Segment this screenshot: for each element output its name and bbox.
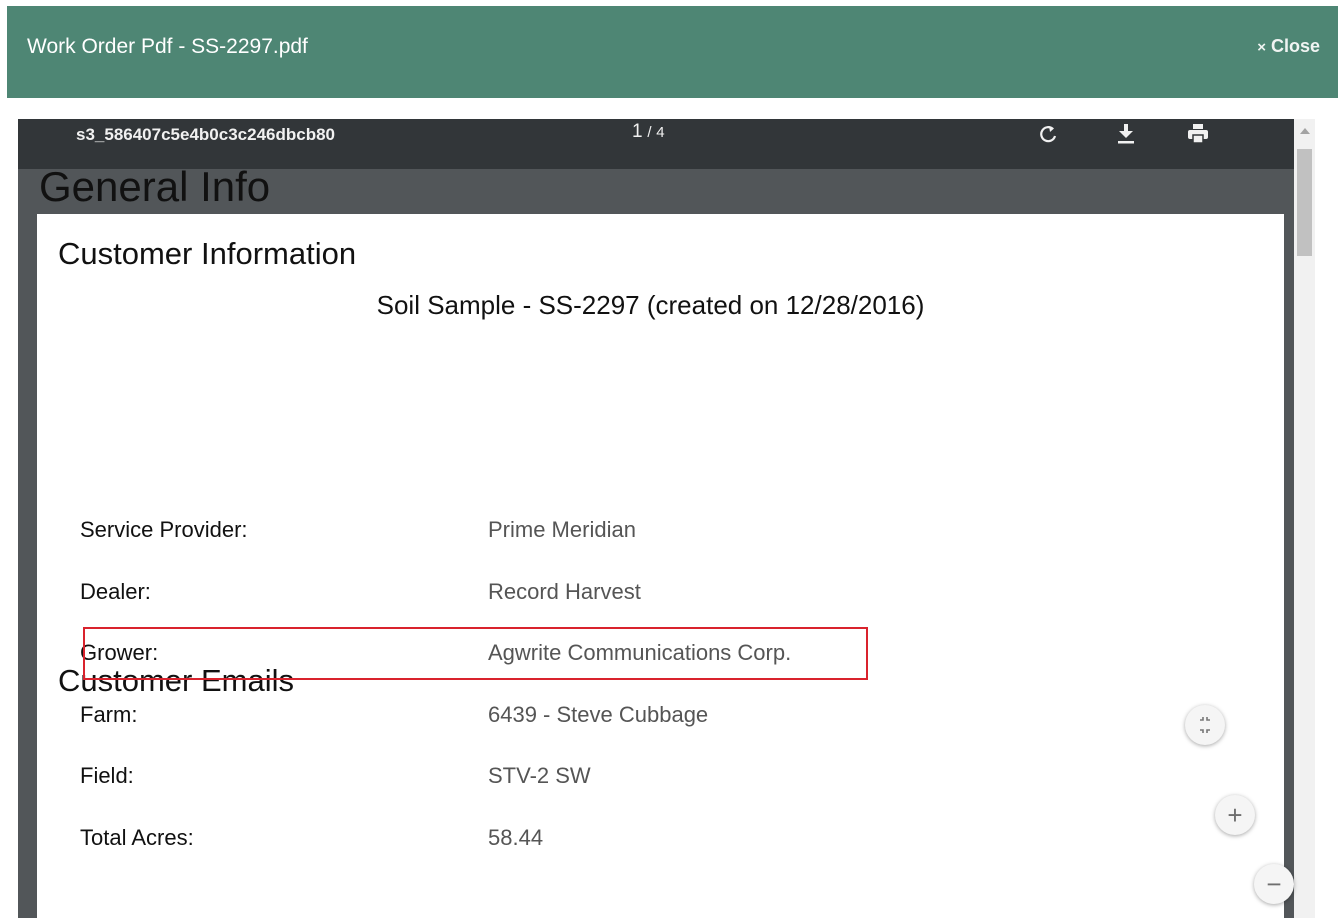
field-value: Record Harvest: [488, 579, 641, 604]
current-page[interactable]: 1: [632, 121, 643, 142]
field-row-service-provider: Service Provider: Prime Meridian: [80, 517, 1180, 547]
field-value: Prime Meridian: [488, 517, 636, 542]
field-row-total-acres: Total Acres: 58.44: [80, 825, 1180, 855]
field-row-farm: Farm: 6439 - Steve Cubbage: [80, 702, 1180, 732]
close-icon: ×: [1257, 39, 1266, 56]
zoom-in-icon: +: [1227, 800, 1243, 830]
file-name: s3_586407c5e4b0c3c246dbcb80: [76, 125, 335, 144]
document-title: Soil Sample - SS-2297 (created on 12/28/…: [376, 290, 925, 320]
field-label: Total Acres:: [80, 825, 194, 850]
rotate-icon[interactable]: [1036, 121, 1062, 147]
zoom-out-icon: −: [1266, 869, 1282, 899]
field-label: Farm:: [80, 702, 138, 727]
field-value: STV-2 SW: [488, 763, 591, 788]
highlight-box-grower: [83, 627, 868, 680]
section-heading-general-info: General Info: [39, 163, 271, 210]
print-icon[interactable]: [1185, 121, 1211, 147]
fit-to-page-button[interactable]: [1185, 705, 1225, 745]
close-label: Close: [1270, 36, 1320, 56]
field-label: Dealer:: [80, 579, 151, 604]
close-button[interactable]: × Close: [1257, 36, 1320, 57]
subsection-heading-customer-information: Customer Information: [58, 236, 357, 271]
scrollbar[interactable]: [1294, 119, 1315, 918]
page-indicator: 1 / 4: [632, 121, 665, 143]
field-label: Service Provider:: [80, 517, 248, 542]
page-separator: /: [647, 124, 652, 141]
scroll-thumb[interactable]: [1297, 149, 1312, 256]
zoom-out-button[interactable]: −: [1254, 864, 1294, 904]
field-value: 6439 - Steve Cubbage: [488, 702, 709, 727]
field-row-dealer: Dealer: Record Harvest: [80, 579, 1180, 609]
download-icon[interactable]: [1113, 121, 1139, 147]
zoom-in-button[interactable]: +: [1215, 795, 1255, 835]
fit-to-page-icon: [1200, 717, 1210, 733]
field-label: Field:: [80, 763, 134, 788]
total-pages: 4: [656, 124, 665, 141]
scroll-up-arrow-icon[interactable]: [1300, 128, 1310, 134]
field-row-field: Field: STV-2 SW: [80, 763, 1180, 793]
modal-title: Work Order Pdf - SS-2297.pdf: [27, 35, 308, 58]
pdf-page: Soil Sample - SS-2297 (created on 12/28/…: [37, 214, 1284, 918]
field-value: 58.44: [488, 825, 544, 850]
pdf-toolbar: s3_586407c5e4b0c3c246dbcb80 1 / 4: [18, 119, 1294, 169]
modal-header: Work Order Pdf - SS-2297.pdf × Close: [7, 6, 1338, 98]
